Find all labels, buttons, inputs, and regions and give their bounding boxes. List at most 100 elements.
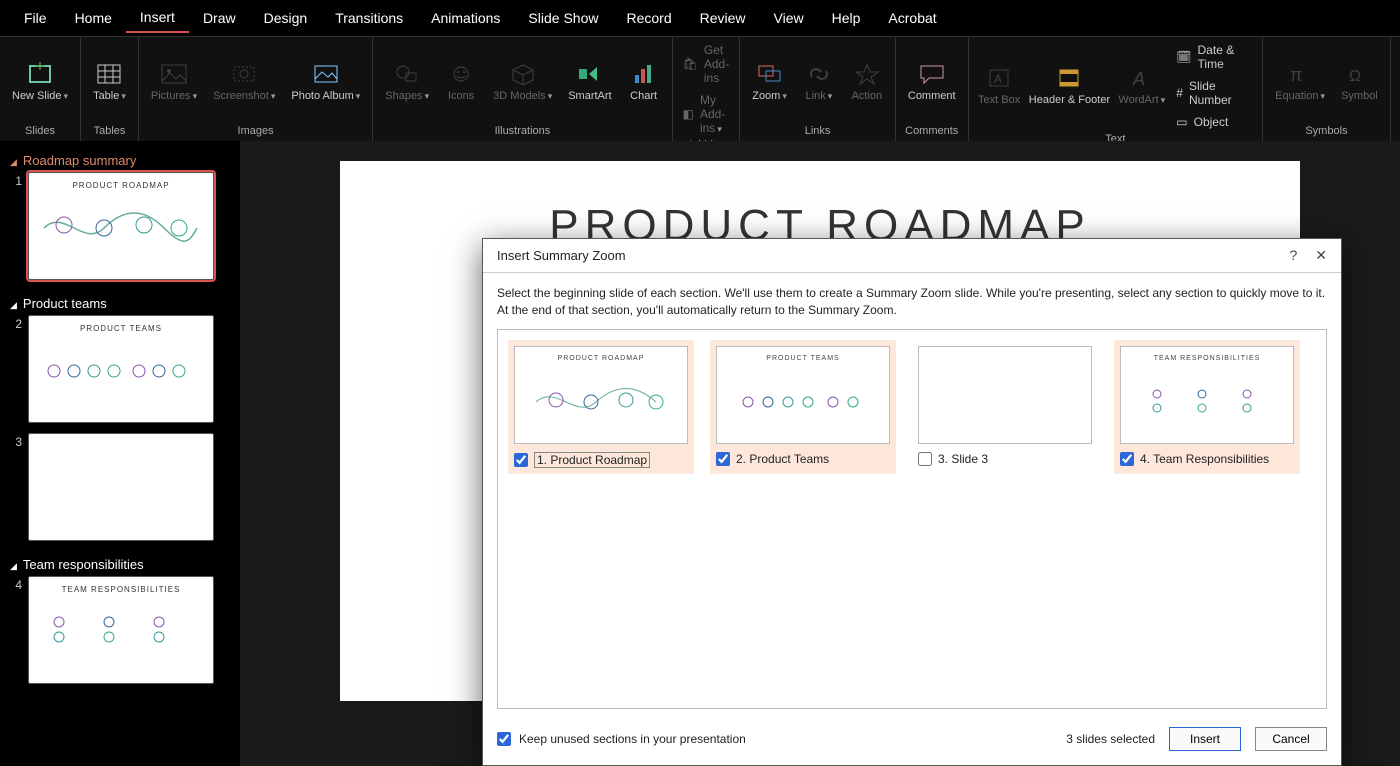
comment-button[interactable]: Comment (902, 56, 962, 107)
zoom-item-2[interactable]: PRODUCT TEAMS 2. Product Teams (710, 340, 896, 474)
menu-review[interactable]: Review (686, 4, 760, 32)
dialog-footer: Keep unused sections in your presentatio… (483, 717, 1341, 765)
symbol-label: Symbol (1341, 90, 1378, 103)
zoom-thumb-title: PRODUCT TEAMS (717, 355, 889, 362)
zoom-item-3[interactable]: 3. Slide 3 (912, 340, 1098, 474)
new-slide-label: New Slide (12, 90, 68, 103)
menu-record[interactable]: Record (612, 4, 685, 32)
zoom-thumb: TEAM RESPONSIBILITIES (1120, 346, 1294, 444)
smartart-label: SmartArt (568, 90, 611, 103)
menu-view[interactable]: View (760, 4, 818, 32)
screenshot-button[interactable]: Screenshot (207, 56, 281, 107)
group-label-illustrations: Illustrations (495, 123, 551, 139)
zoom-item-label: 2. Product Teams (736, 452, 829, 466)
action-icon (853, 60, 881, 88)
insert-summary-zoom-dialog: Insert Summary Zoom ? ✕ Select the begin… (482, 238, 1342, 766)
symbol-icon: Ω (1345, 60, 1373, 88)
dialog-help-button[interactable]: ? (1289, 247, 1297, 264)
menu-slideshow[interactable]: Slide Show (514, 4, 612, 32)
collapse-icon (10, 296, 17, 311)
object-label: Object (1194, 115, 1229, 129)
cube-icon (509, 60, 537, 88)
pictures-label: Pictures (151, 90, 197, 103)
header-footer-button[interactable]: Header & Footer (1028, 60, 1112, 111)
menu-home[interactable]: Home (61, 4, 126, 32)
slide-thumb-1[interactable]: 1 PRODUCT ROADMAP (10, 172, 230, 280)
textbox-button[interactable]: AText Box (975, 60, 1024, 111)
section-header-roadmap[interactable]: Roadmap summary (10, 147, 230, 172)
menu-help[interactable]: Help (818, 4, 875, 32)
equation-button[interactable]: πEquation (1269, 56, 1331, 107)
slide-panel[interactable]: Roadmap summary 1 PRODUCT ROADMAP Produc… (0, 141, 240, 766)
action-button[interactable]: Action (845, 56, 889, 107)
icons-button[interactable]: Icons (439, 56, 483, 107)
get-addins-button[interactable]: 🛍Get Add-ins (679, 41, 734, 87)
slide-thumb-2[interactable]: 2 PRODUCT TEAMS (10, 315, 230, 423)
thumbnail[interactable]: PRODUCT TEAMS (28, 315, 214, 423)
menu-file[interactable]: File (10, 4, 61, 32)
zoom-item-4[interactable]: TEAM RESPONSIBILITIES 4. Team Responsibi… (1114, 340, 1300, 474)
menu-animations[interactable]: Animations (417, 4, 514, 32)
zoom-item-1[interactable]: PRODUCT ROADMAP 1. Product Roadmap (508, 340, 694, 474)
ribbon-group-symbols: πEquation Ω Symbol Symbols (1263, 37, 1391, 141)
slide-thumb-3[interactable]: 3 (10, 433, 230, 541)
menu-design[interactable]: Design (250, 4, 322, 32)
zoom-checkbox-4[interactable] (1120, 452, 1134, 466)
zoom-checkbox-3[interactable] (918, 452, 932, 466)
pictures-icon (160, 60, 188, 88)
pictures-button[interactable]: Pictures (145, 56, 203, 107)
smartart-icon (576, 60, 604, 88)
group-label-links: Links (805, 123, 831, 139)
symbol-button[interactable]: Ω Symbol (1335, 56, 1384, 107)
keep-unused-checkbox[interactable] (497, 732, 511, 746)
wordart-icon: A (1128, 64, 1156, 92)
cancel-button[interactable]: Cancel (1255, 727, 1327, 751)
dialog-titlebar: Insert Summary Zoom ? ✕ (483, 239, 1341, 272)
smartart-button[interactable]: SmartArt (562, 56, 617, 107)
object-icon: ▭ (1176, 115, 1187, 129)
table-button[interactable]: Table (87, 56, 132, 107)
shapes-button[interactable]: Shapes (379, 56, 435, 107)
table-label: Table (93, 90, 126, 103)
wordart-label: WordArt (1118, 94, 1165, 107)
slide-number: 4 (10, 576, 22, 592)
3d-models-button[interactable]: 3D Models (487, 56, 558, 107)
insert-button[interactable]: Insert (1169, 727, 1241, 751)
zoom-grid-container: PRODUCT ROADMAP 1. Product Roadmap PRODU… (497, 329, 1327, 709)
slidenumber-button[interactable]: #Slide Number (1172, 77, 1256, 109)
link-button[interactable]: Link (797, 56, 841, 107)
comment-label: Comment (908, 90, 956, 103)
dialog-close-button[interactable]: ✕ (1315, 247, 1327, 264)
slide-thumb-4[interactable]: 4 TEAM RESPONSIBILITIES (10, 576, 230, 684)
menu-transitions[interactable]: Transitions (321, 4, 417, 32)
datetime-button[interactable]: 🗓Date & Time (1172, 41, 1256, 73)
ribbon-group-text: AText Box Header & Footer A WordArt 🗓Date… (969, 37, 1264, 141)
section-header-teams[interactable]: Product teams (10, 290, 230, 315)
svg-text:Ω: Ω (1349, 68, 1361, 85)
table-icon (95, 60, 123, 88)
menu-acrobat[interactable]: Acrobat (874, 4, 950, 32)
menubar: File Home Insert Draw Design Transitions… (0, 0, 1400, 36)
menu-draw[interactable]: Draw (189, 4, 250, 32)
photo-album-icon (312, 60, 340, 88)
group-label-tables: Tables (94, 123, 126, 139)
object-button[interactable]: ▭ Object (1172, 113, 1256, 131)
my-addins-button[interactable]: ◧My Add-ins (679, 91, 734, 137)
zoom-button[interactable]: Zoom (746, 56, 793, 107)
thumbnail[interactable] (28, 433, 214, 541)
chart-button[interactable]: Chart (622, 56, 666, 107)
models-label: 3D Models (493, 90, 552, 103)
zoom-checkbox-2[interactable] (716, 452, 730, 466)
thumbnail[interactable]: TEAM RESPONSIBILITIES (28, 576, 214, 684)
number-icon: # (1176, 86, 1183, 100)
zoom-checkbox-1[interactable] (514, 453, 528, 467)
section-header-responsibilities[interactable]: Team responsibilities (10, 551, 230, 576)
ribbon-group-illustrations: Shapes Icons 3D Models SmartArt Chart Il… (373, 37, 672, 141)
menu-insert[interactable]: Insert (126, 3, 189, 33)
wordart-button[interactable]: A WordArt (1115, 60, 1168, 111)
photo-album-button[interactable]: Photo Album (285, 56, 366, 107)
thumbnail[interactable]: PRODUCT ROADMAP (28, 172, 214, 280)
ribbon-group-addins: 🛍Get Add-ins ◧My Add-ins Add-ins (673, 37, 741, 141)
group-label-symbols: Symbols (1305, 123, 1347, 139)
new-slide-button[interactable]: New Slide (6, 56, 74, 107)
